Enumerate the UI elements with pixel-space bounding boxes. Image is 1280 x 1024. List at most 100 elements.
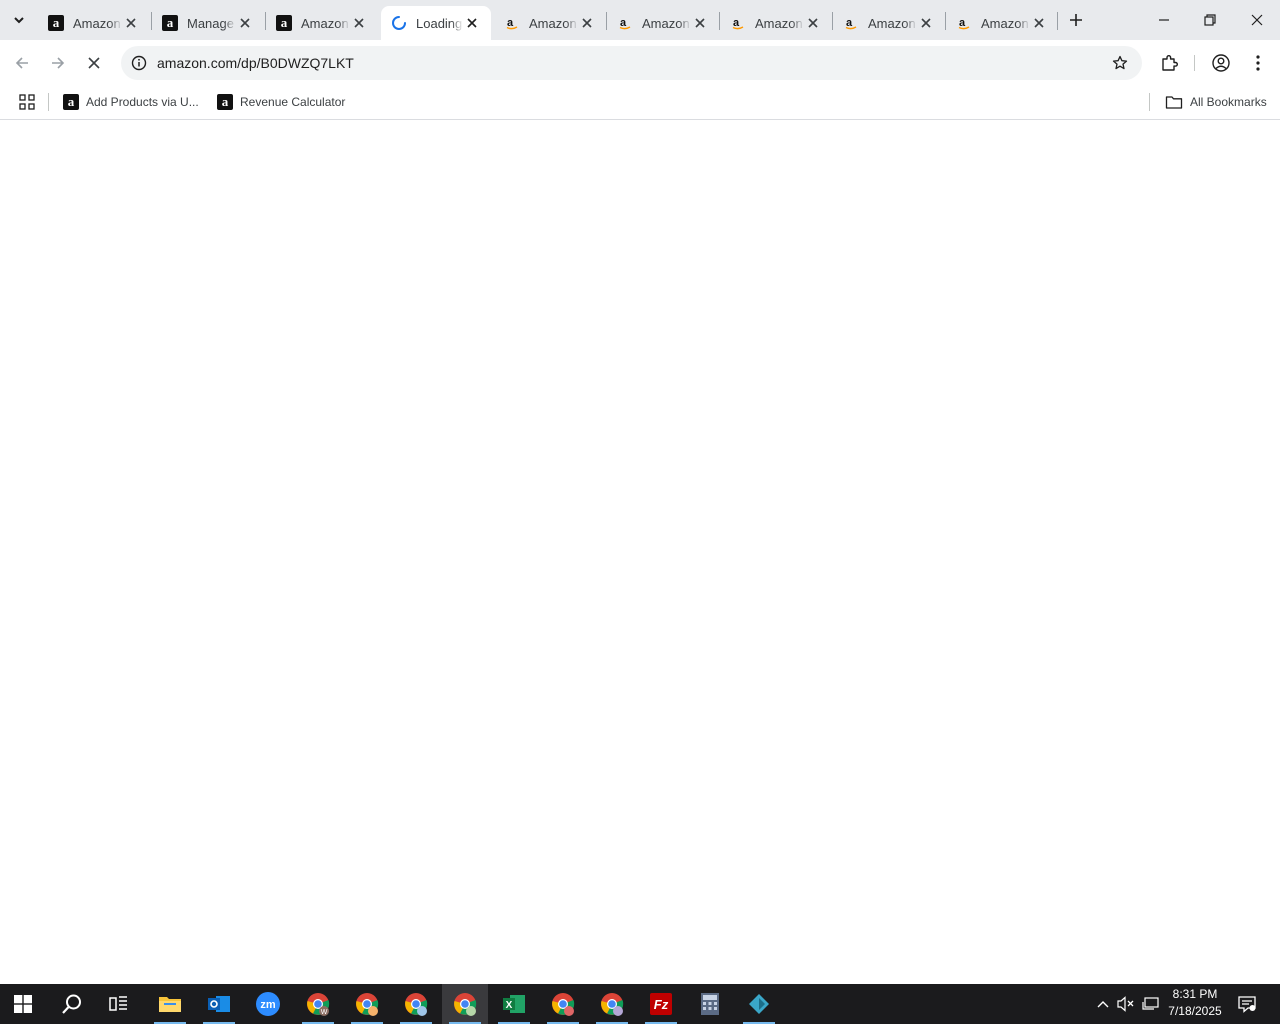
zoom-icon: zm: [256, 992, 280, 1016]
all-bookmarks-button[interactable]: All Bookmarks: [1165, 91, 1267, 113]
chevron-down-icon: [14, 17, 24, 24]
close-icon[interactable]: [917, 14, 935, 32]
address-bar[interactable]: amazon.com/dp/B0DWZQ7LKT: [121, 46, 1142, 80]
tab-amazon-4[interactable]: a Amazon: [607, 6, 719, 40]
back-button[interactable]: [7, 48, 37, 78]
forward-button[interactable]: [43, 48, 73, 78]
amazon-smile-icon: a: [730, 15, 746, 31]
restore-button[interactable]: [1187, 0, 1233, 40]
chrome-icon: W: [307, 993, 330, 1016]
app-taskbar[interactable]: [736, 984, 782, 1024]
tab-title: Amazon: [755, 15, 803, 31]
bookmark-star-icon[interactable]: [1110, 53, 1130, 73]
apps-grid-icon[interactable]: [16, 91, 38, 113]
system-clock[interactable]: 8:31 PM 7/18/2025: [1160, 986, 1230, 1022]
back-arrow-icon: [15, 57, 28, 69]
svg-text:zm: zm: [260, 999, 276, 1011]
tab-amazon-6[interactable]: a Amazon: [833, 6, 945, 40]
chrome-icon: [405, 993, 428, 1016]
tab-strip: a Amazon a Manage a Amazon Loading a Ama…: [0, 0, 1280, 40]
minimize-button[interactable]: [1141, 0, 1187, 40]
bookmarks-bar: a Add Products via U... a Revenue Calcul…: [0, 85, 1280, 120]
amazon-smile-icon: a: [617, 15, 633, 31]
new-tab-button[interactable]: [1064, 8, 1088, 32]
search-button[interactable]: [49, 984, 95, 1024]
svg-text:a: a: [733, 17, 740, 29]
close-icon[interactable]: [578, 14, 596, 32]
svg-text:a: a: [507, 17, 514, 29]
bookmarks-divider: [48, 93, 49, 111]
tab-search-button[interactable]: [7, 8, 31, 32]
close-icon: [1251, 14, 1263, 26]
close-icon[interactable]: [463, 14, 481, 32]
chrome-taskbar-5[interactable]: [540, 984, 586, 1024]
search-icon: [62, 994, 81, 1014]
amazon-smile-icon: a: [843, 15, 859, 31]
all-bookmarks-label: All Bookmarks: [1190, 95, 1267, 109]
bookmark-add-products[interactable]: a Add Products via U...: [63, 91, 199, 113]
file-explorer-taskbar[interactable]: [147, 984, 193, 1024]
chrome-taskbar-1[interactable]: W: [295, 984, 341, 1024]
close-icon[interactable]: [350, 14, 368, 32]
outlook-icon: [208, 996, 230, 1012]
clock-time: 8:31 PM: [1172, 987, 1218, 1001]
close-icon[interactable]: [691, 14, 709, 32]
start-button[interactable]: [0, 984, 46, 1024]
tab-title: Amazon: [868, 15, 916, 31]
tab-amazon-1[interactable]: a Amazon: [38, 6, 150, 40]
close-icon[interactable]: [236, 14, 254, 32]
diamond-app-icon: [749, 994, 769, 1014]
amazon-logo-icon: a: [63, 94, 79, 110]
tab-loading-active[interactable]: Loading: [381, 6, 491, 40]
amazon-logo-icon: a: [48, 15, 64, 31]
extensions-puzzle-icon[interactable]: [1156, 50, 1182, 76]
bookmarks-divider: [1149, 93, 1150, 111]
calculator-taskbar[interactable]: [687, 984, 733, 1024]
chrome-taskbar-6[interactable]: [589, 984, 635, 1024]
tab-title: Amazon: [301, 15, 349, 31]
windows-logo-icon: [14, 995, 32, 1013]
tab-amazon-2[interactable]: a Amazon: [266, 6, 378, 40]
site-info-icon[interactable]: [129, 53, 149, 73]
chrome-icon: [454, 993, 477, 1016]
excel-taskbar[interactable]: X: [491, 984, 537, 1024]
svg-text:Fz: Fz: [654, 997, 669, 1012]
chrome-taskbar-3[interactable]: [393, 984, 439, 1024]
close-icon[interactable]: [804, 14, 822, 32]
tab-amazon-5[interactable]: a Amazon: [720, 6, 832, 40]
page-content: [0, 121, 1280, 984]
svg-text:a: a: [959, 17, 966, 29]
bookmark-revenue-calculator[interactable]: a Revenue Calculator: [217, 91, 345, 113]
tab-title: Amazon: [529, 15, 577, 31]
url-text[interactable]: amazon.com/dp/B0DWZQ7LKT: [157, 55, 354, 71]
close-icon[interactable]: [122, 14, 140, 32]
tab-amazon-3[interactable]: a Amazon: [494, 6, 606, 40]
folder-icon: [1165, 93, 1183, 111]
show-hidden-icons-chevron-up-icon[interactable]: [1093, 994, 1113, 1014]
amazon-logo-icon: a: [217, 94, 233, 110]
network-icon[interactable]: [1141, 994, 1161, 1014]
chrome-taskbar-2[interactable]: [344, 984, 390, 1024]
stop-loading-button[interactable]: [79, 48, 109, 78]
task-view-button[interactable]: [96, 984, 142, 1024]
chrome-icon: [601, 993, 624, 1016]
profile-avatar-icon[interactable]: [1208, 50, 1234, 76]
kebab-menu-icon[interactable]: [1245, 50, 1271, 76]
tab-title: Manage: [187, 15, 234, 31]
filezilla-icon: Fz: [650, 993, 672, 1015]
close-icon[interactable]: [1030, 14, 1048, 32]
tab-amazon-7[interactable]: a Amazon: [946, 6, 1058, 40]
volume-muted-icon[interactable]: [1116, 994, 1136, 1014]
amazon-logo-icon: a: [162, 15, 178, 31]
svg-text:X: X: [506, 1000, 513, 1011]
zoom-taskbar[interactable]: zm: [245, 984, 291, 1024]
close-window-button[interactable]: [1234, 0, 1280, 40]
tab-title: Amazon: [642, 15, 690, 31]
excel-icon: X: [503, 995, 525, 1013]
tab-manage[interactable]: a Manage: [152, 6, 264, 40]
outlook-taskbar[interactable]: [196, 984, 242, 1024]
notifications-icon[interactable]: [1237, 994, 1257, 1014]
filezilla-taskbar[interactable]: Fz: [638, 984, 684, 1024]
stop-icon: [88, 57, 100, 69]
chrome-taskbar-4-active[interactable]: [442, 984, 488, 1024]
